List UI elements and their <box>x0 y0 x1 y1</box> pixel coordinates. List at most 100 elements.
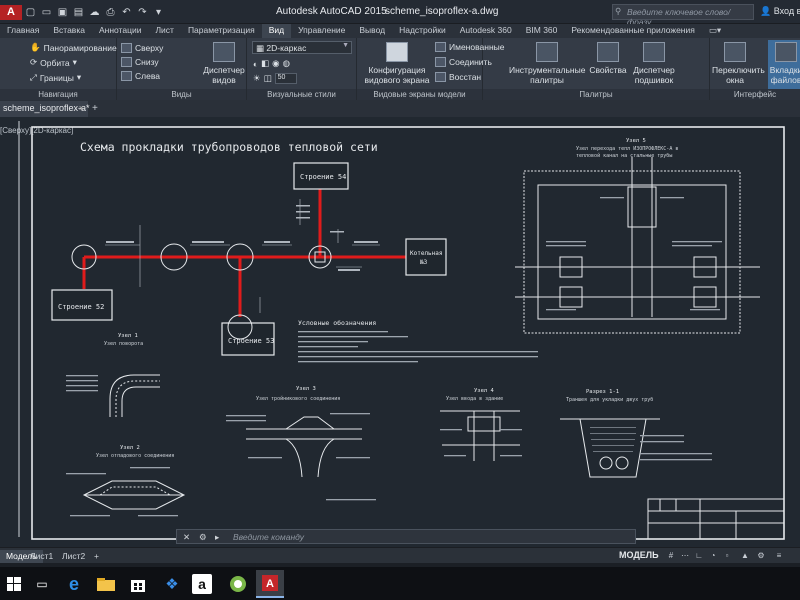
osnap-icon[interactable]: ▫ <box>722 551 732 560</box>
tab-parametric[interactable]: Параметризация <box>181 24 262 38</box>
ortho-icon[interactable]: ∟ <box>694 551 704 560</box>
view-bottom[interactable]: Снизу <box>121 57 201 67</box>
command-input[interactable]: Введите команду <box>233 532 304 542</box>
switch-windows-button[interactable]: Переключить окна <box>712 42 765 85</box>
restore-label: Восстан <box>449 72 482 82</box>
annotation-scale-icon[interactable]: ▲ <box>740 551 750 560</box>
green-app-icon[interactable] <box>226 572 250 596</box>
windows-start-icon[interactable] <box>2 572 26 596</box>
new-layout-icon[interactable]: + <box>88 550 105 563</box>
shadow-icon[interactable]: ◍ <box>283 58 290 69</box>
orbit-button[interactable]: ⟳ Орбита ▾ <box>30 57 77 68</box>
properties-label: Свойства <box>589 65 627 75</box>
restore-button[interactable]: Восстан <box>435 72 481 82</box>
tab-layout2[interactable]: Лист2 <box>56 550 91 563</box>
workspace-icon[interactable]: ⚙ <box>756 551 766 560</box>
tab-view[interactable]: Вид <box>261 24 292 38</box>
close-icon[interactable]: × <box>79 103 84 113</box>
close-icon[interactable]: ✕ <box>183 532 190 543</box>
snap-icon[interactable]: ⋯ <box>680 551 690 560</box>
redo-icon[interactable]: ↷ <box>135 5 150 20</box>
sign-in-button[interactable]: 👤 Вход в службы <box>760 6 800 17</box>
opacity-field[interactable]: 50 <box>274 73 297 84</box>
open-icon[interactable]: ▭ <box>39 5 54 20</box>
undo-icon[interactable]: ↶ <box>119 5 134 20</box>
tab-annotate[interactable]: Аннотации <box>92 24 149 38</box>
edge-icon[interactable]: e <box>62 572 86 596</box>
tab-addins[interactable]: Надстройки <box>392 24 453 38</box>
view-top[interactable]: Сверху <box>121 43 201 53</box>
restore-icon <box>435 72 446 82</box>
print-icon[interactable]: ⎙ <box>103 5 118 20</box>
view-left-label: Слева <box>135 71 160 81</box>
app-menu-icon[interactable]: A <box>0 4 22 20</box>
view-left[interactable]: Слева <box>121 71 201 81</box>
material-icon[interactable]: ◉ <box>272 58 279 69</box>
grid-icon[interactable]: # <box>666 551 676 560</box>
tool-palettes-button[interactable]: Инструментальные палитры <box>509 42 585 85</box>
view-bottom-label: Снизу <box>135 57 159 67</box>
view-manager-button[interactable]: Диспетчер видов <box>203 42 245 85</box>
cloud-icon[interactable]: ☁ <box>87 5 102 20</box>
node2-title: Узел 2 <box>120 445 140 451</box>
store-icon[interactable] <box>126 572 150 596</box>
tab-featured-apps[interactable]: Рекомендованные приложения <box>564 24 701 38</box>
sheet-set-manager-button[interactable]: Диспетчер подшивок <box>629 42 679 85</box>
viewport-config-button[interactable]: Конфигурация видового экрана <box>361 42 433 85</box>
drawing-area[interactable]: [Сверху][2D-каркас] Схема прокладки труб… <box>0 117 800 547</box>
pan-button[interactable]: ✋ Панорамирование <box>30 42 117 53</box>
tab-layout[interactable]: Лист <box>148 24 180 38</box>
file-tab[interactable]: scheme_isoproflex-a* × <box>0 101 90 117</box>
node1-annotations <box>66 375 98 392</box>
tab-insert[interactable]: Вставка <box>46 24 92 38</box>
visual-style-value: 2D-каркас <box>266 43 307 53</box>
file-tabs-button[interactable]: Вкладки файлов <box>768 40 800 90</box>
ribbon-toggle-icon[interactable]: ▭▾ <box>702 24 728 38</box>
command-line[interactable]: ✕ ⚙ ▸ Введите команду <box>176 529 636 544</box>
legend-title: Условные обозначения <box>298 319 376 327</box>
panel-interface: Переключить окна Вкладки файлов Интерфей… <box>710 38 800 100</box>
dropbox-icon[interactable]: ❖ <box>160 572 184 596</box>
node1-detail <box>109 374 160 417</box>
shade-icon[interactable]: ◐ <box>253 59 258 69</box>
wrench-icon[interactable]: ⚙ <box>199 532 207 543</box>
visual-style-dropdown[interactable]: ▦ 2D-каркас ▼ <box>252 41 352 54</box>
bounds-button[interactable]: ⤢ Границы ▾ <box>30 72 81 83</box>
switch-windows-label: Переключить окна <box>712 65 765 85</box>
views-panel-label: Виды <box>117 89 246 100</box>
autocad-taskbar-icon[interactable]: A <box>256 570 284 598</box>
orbit-label: Орбита <box>40 57 70 68</box>
sign-in-label: Вход в службы <box>773 6 800 16</box>
tab-layout1[interactable]: Лист1 <box>24 550 59 563</box>
node5-subtitle-2: тепловой канал на стальные трубы <box>576 152 672 159</box>
model-space-button[interactable]: МОДЕЛЬ <box>619 550 659 560</box>
tab-a360[interactable]: Autodesk 360 <box>453 24 519 38</box>
section-subtitle: Траншея для укладки двух труб <box>566 396 653 403</box>
tab-output[interactable]: Вывод <box>352 24 392 38</box>
file-tabs-label: Вкладки файлов <box>769 65 800 85</box>
file-explorer-icon[interactable] <box>94 572 118 596</box>
customize-icon[interactable]: ≡ <box>774 551 784 560</box>
autocad-logo: A <box>262 575 278 591</box>
amazon-icon[interactable]: a <box>192 574 212 594</box>
search-input[interactable]: ⚲ Введите ключевое слово/фразу <box>612 4 754 27</box>
properties-button[interactable]: Свойства <box>587 42 629 75</box>
boiler-house <box>405 238 447 276</box>
tab-bim360[interactable]: BIM 360 <box>519 24 565 38</box>
tab-manage[interactable]: Управление <box>291 24 352 38</box>
panel-visual-styles: ▦ 2D-каркас ▼ ◐ ◧ ◉ ◍ ☀ ◫ 50 Визуальные стили <box>247 38 357 100</box>
edges-icon[interactable]: ◧ <box>261 58 269 69</box>
new-icon[interactable]: ▢ <box>23 5 38 20</box>
new-tab-icon[interactable]: + <box>92 103 98 114</box>
xray-icon[interactable]: ◫ <box>264 73 272 84</box>
navigation-panel-label: Навигация <box>0 89 116 100</box>
tab-home[interactable]: Главная <box>0 24 46 38</box>
dropdown-icon[interactable]: ▾ <box>151 5 166 20</box>
save-as-icon[interactable]: ▤ <box>71 5 86 20</box>
save-icon[interactable]: ▣ <box>55 5 70 20</box>
task-view-icon[interactable]: ▭ <box>30 572 54 596</box>
file-tab-bar: scheme_isoproflex-a* × + <box>0 100 800 117</box>
lighting-icon[interactable]: ☀ <box>253 73 261 84</box>
polar-icon[interactable]: ◔ <box>708 551 718 560</box>
section-title: Разрез 1-1 <box>586 389 619 395</box>
